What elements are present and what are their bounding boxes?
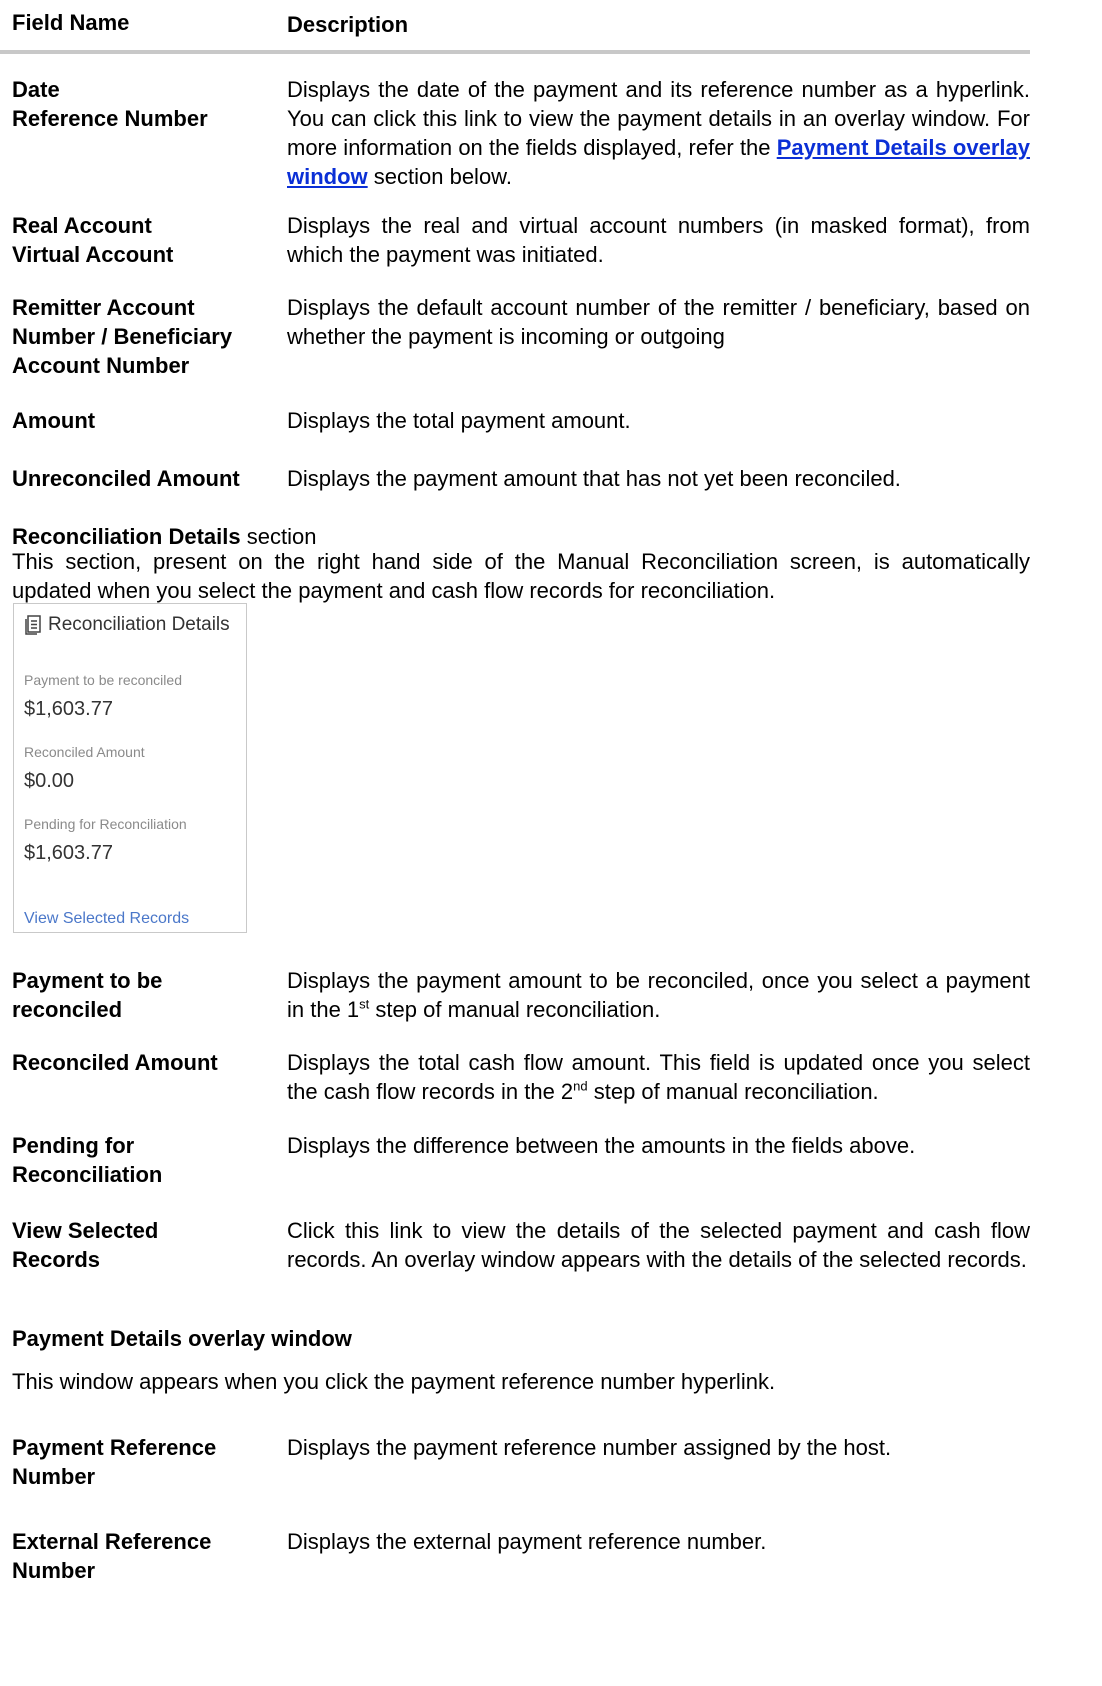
field-name-payment-reference-number: Payment Reference Number xyxy=(12,1433,274,1491)
view-selected-records-link[interactable]: View Selected Records xyxy=(24,910,189,928)
field-name-line: Real Account xyxy=(12,213,152,238)
widget-value-reconciled: $0.00 xyxy=(24,770,75,792)
field-desc-payment-reference-number: Displays the payment reference number as… xyxy=(287,1435,892,1460)
field-desc-payment-to-be-reconciled: Displays the payment amount to be reconc… xyxy=(287,966,1030,1024)
section-heading-payment-details: Payment Details overlay window xyxy=(12,1326,352,1351)
desc-text: step of manual reconciliation. xyxy=(587,1079,879,1104)
field-name-line: Reconciled Amount xyxy=(12,1050,218,1075)
field-desc-pending: Displays the difference between the amou… xyxy=(287,1133,916,1158)
field-name-line: Pending for xyxy=(12,1133,135,1158)
widget-value-pending: $1,603.77 xyxy=(24,842,113,864)
ordinal-suffix: nd xyxy=(573,1078,588,1094)
field-name-line: Number / Beneficiary xyxy=(12,324,233,349)
field-name-line: reconciled xyxy=(12,997,123,1022)
desc-text: step of manual reconciliation. xyxy=(369,997,661,1022)
field-name-real-virtual-account: Real Account Virtual Account xyxy=(12,211,274,269)
field-name-line: External Reference xyxy=(12,1529,212,1554)
field-desc-reconciled-amount: Displays the total cash flow amount. Thi… xyxy=(287,1048,1030,1106)
widget-value-payment: $1,603.77 xyxy=(24,698,113,720)
header-field-name: Field Name xyxy=(12,10,130,35)
widget-label-pending: Pending for Reconciliation xyxy=(24,816,187,832)
field-desc-remitter-account: Displays the default account number of t… xyxy=(287,295,1030,349)
widget-title: Reconciliation Details xyxy=(24,614,230,636)
field-desc-date-reference: Displays the date of the payment and its… xyxy=(287,75,1030,191)
document-page: Field Name Description Date Reference Nu… xyxy=(0,0,1102,1686)
field-desc-view-selected-records: Click this link to view the details of t… xyxy=(287,1218,1030,1272)
field-name-pending: Pending for Reconciliation xyxy=(12,1131,274,1189)
field-name-date-reference: Date Reference Number xyxy=(12,75,274,133)
field-desc-unreconciled-amount: Displays the payment amount that has not… xyxy=(287,466,901,491)
field-name-line: Date xyxy=(12,77,60,102)
field-name-line: Amount xyxy=(12,408,96,433)
field-name-line: Reconciliation xyxy=(12,1162,163,1187)
field-desc-external-reference-number: Displays the external payment reference … xyxy=(287,1529,767,1554)
document-list-icon xyxy=(25,615,41,635)
field-name-external-reference-number: External Reference Number xyxy=(12,1527,274,1585)
field-desc-amount: Displays the total payment amount. xyxy=(287,408,631,433)
field-name-line: Unreconciled Amount xyxy=(12,466,240,491)
field-name-line: Payment Reference xyxy=(12,1435,217,1460)
field-name-reconciled-amount: Reconciled Amount xyxy=(12,1048,274,1077)
field-name-line: Number xyxy=(12,1464,96,1489)
field-desc-real-virtual-account: Displays the real and virtual account nu… xyxy=(287,213,1030,267)
field-name-line: Account Number xyxy=(12,353,190,378)
widget-label-reconciled: Reconciled Amount xyxy=(24,744,145,760)
field-name-payment-to-be-reconciled: Payment to be reconciled xyxy=(12,966,274,1024)
desc-text: section below. xyxy=(367,164,512,189)
section-heading-bold: Reconciliation Details xyxy=(12,524,241,549)
section-heading-rest: section xyxy=(240,524,317,549)
section-paragraph: This section, present on the right hand … xyxy=(12,547,1030,605)
widget-label-payment: Payment to be reconciled xyxy=(24,672,182,688)
paragraph-text: This section, present on the right hand … xyxy=(12,549,1030,603)
field-name-view-selected-records: View Selected Records xyxy=(12,1216,274,1274)
field-name-unreconciled-amount: Unreconciled Amount xyxy=(12,464,274,493)
field-name-line: Payment to be xyxy=(12,968,163,993)
field-name-line: Reference Number xyxy=(12,106,208,131)
section2-paragraph: This window appears when you click the p… xyxy=(12,1369,776,1394)
header-description: Description xyxy=(287,12,409,37)
field-name-remitter-account: Remitter Account Number / Beneficiary Ac… xyxy=(12,293,274,380)
ordinal-suffix: st xyxy=(359,996,370,1012)
header-rule xyxy=(0,50,1030,54)
field-name-line: Remitter Account xyxy=(12,295,195,320)
field-name-line: Number xyxy=(12,1558,96,1583)
reconciliation-details-widget: Reconciliation Details Payment to be rec… xyxy=(13,603,247,933)
field-name-line: Virtual Account xyxy=(12,242,174,267)
field-name-line: View Selected xyxy=(12,1218,159,1243)
widget-title-text: Reconciliation Details xyxy=(48,614,230,635)
field-name-line: Records xyxy=(12,1247,101,1272)
field-name-amount: Amount xyxy=(12,406,274,435)
